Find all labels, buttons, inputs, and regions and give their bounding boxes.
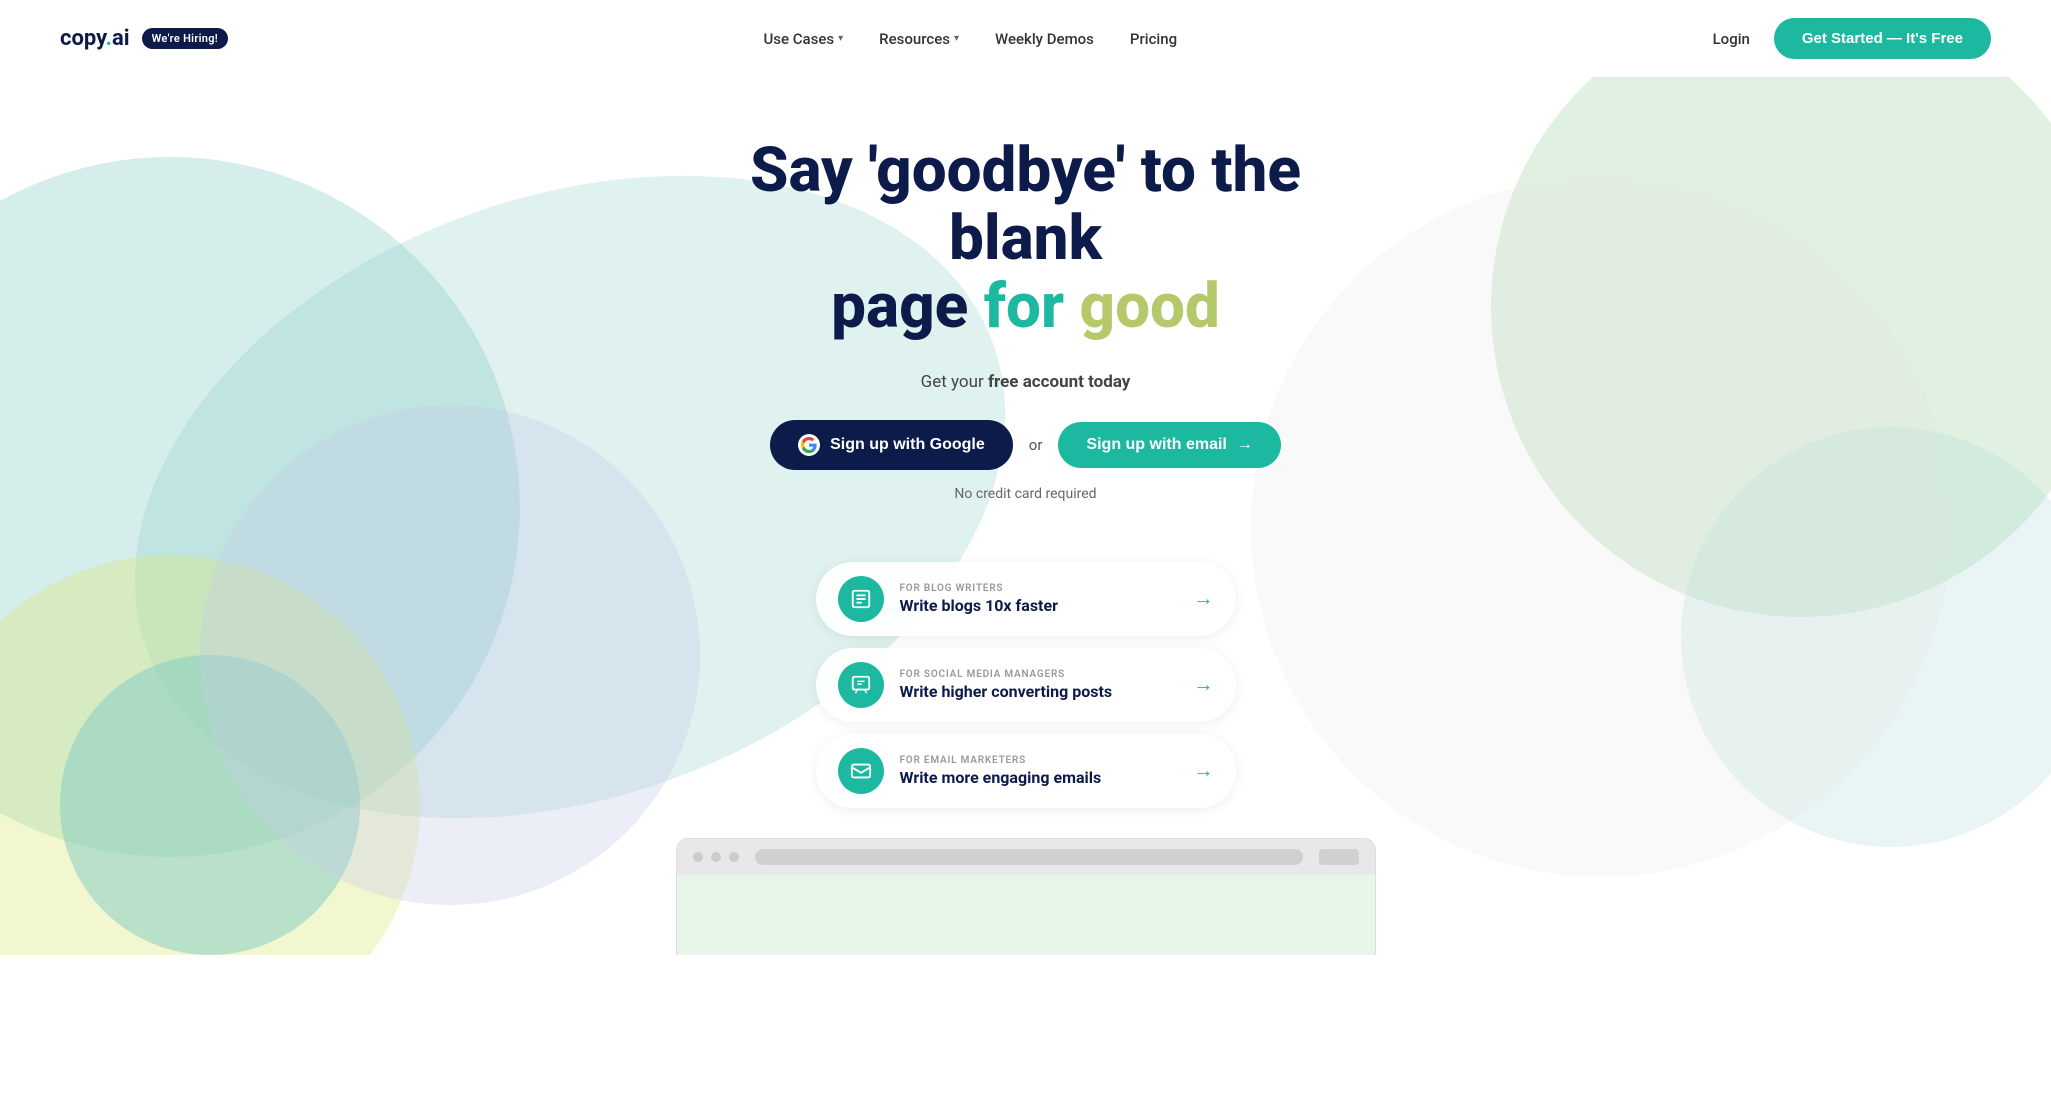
- blog-card-text: FOR BLOG WRITERS Write blogs 10x faster: [900, 583, 1178, 615]
- blog-icon: [838, 576, 884, 622]
- nav-item-use-cases[interactable]: Use Cases ▾: [763, 30, 843, 48]
- email-card-label: FOR EMAIL MARKETERS: [900, 755, 1178, 766]
- arrow-right-icon: →: [1237, 436, 1253, 454]
- feature-cards: FOR BLOG WRITERS Write blogs 10x faster …: [816, 562, 1236, 808]
- get-started-button[interactable]: Get Started — It's Free: [1774, 18, 1991, 59]
- blog-card-label: FOR BLOG WRITERS: [900, 583, 1178, 594]
- google-signup-label: Sign up with Google: [830, 436, 985, 454]
- social-card-text: FOR SOCIAL MEDIA MANAGERS Write higher c…: [900, 669, 1178, 701]
- chevron-down-icon: ▾: [954, 33, 959, 44]
- browser-toolbar: [677, 839, 1375, 875]
- email-signup-button[interactable]: Sign up with email →: [1058, 422, 1280, 468]
- bg-shape-green-topright: [1491, 77, 2051, 617]
- bg-shape-teal-centerleft: [0, 157, 520, 857]
- hero-subtitle: Get your free account today: [676, 372, 1376, 392]
- hero-title: Say 'goodbye' to the blank page for good: [676, 137, 1376, 342]
- login-button[interactable]: Login: [1713, 30, 1750, 48]
- hiring-badge[interactable]: We're Hiring!: [142, 28, 228, 49]
- feature-card-social[interactable]: FOR SOCIAL MEDIA MANAGERS Write higher c…: [816, 648, 1236, 722]
- social-card-title: Write higher converting posts: [900, 682, 1178, 701]
- nav-right: Login Get Started — It's Free: [1713, 18, 1991, 59]
- nav-item-resources[interactable]: Resources ▾: [879, 30, 959, 48]
- nav-item-pricing[interactable]: Pricing: [1130, 30, 1177, 48]
- logo[interactable]: copy.ai: [60, 26, 130, 51]
- hero-title-good: good: [1064, 270, 1220, 343]
- bg-shape-teal-bottomleft: [60, 655, 360, 955]
- bg-shape-yellow-bottomleft: [0, 555, 420, 955]
- bg-shape-teal-right: [1681, 427, 2051, 847]
- browser-action-area: [1319, 849, 1359, 865]
- hero-title-for: for: [984, 270, 1064, 343]
- hero-title-page: page: [831, 270, 984, 343]
- signup-row: Sign up with Google or Sign up with emai…: [676, 420, 1376, 470]
- blog-card-arrow-icon: →: [1194, 586, 1214, 611]
- feature-card-email[interactable]: FOR EMAIL MARKETERS Write more engaging …: [816, 734, 1236, 808]
- email-card-text: FOR EMAIL MARKETERS Write more engaging …: [900, 755, 1178, 787]
- hero-section: Say 'goodbye' to the blank page for good…: [0, 77, 2051, 955]
- email-signup-label: Sign up with email: [1086, 436, 1226, 454]
- nav-center: Use Cases ▾ Resources ▾ Weekly Demos Pri…: [763, 30, 1177, 48]
- social-icon: [838, 662, 884, 708]
- feature-card-blog[interactable]: FOR BLOG WRITERS Write blogs 10x faster …: [816, 562, 1236, 636]
- no-credit-card-text: No credit card required: [676, 486, 1376, 502]
- chevron-down-icon: ▾: [838, 33, 843, 44]
- google-logo-svg: [801, 437, 817, 453]
- nav-item-weekly-demos[interactable]: Weekly Demos: [995, 30, 1094, 48]
- browser-dot-2: [711, 852, 721, 862]
- browser-dot-3: [729, 852, 739, 862]
- browser-url-bar: [755, 849, 1303, 865]
- browser-preview: [676, 838, 1376, 955]
- browser-dot-1: [693, 852, 703, 862]
- or-separator: or: [1029, 436, 1043, 454]
- blog-card-title: Write blogs 10x faster: [900, 596, 1178, 615]
- nav-left: copy.ai We're Hiring!: [60, 26, 228, 51]
- google-icon: [798, 434, 820, 456]
- navbar: copy.ai We're Hiring! Use Cases ▾ Resour…: [0, 0, 2051, 77]
- email-card-arrow-icon: →: [1194, 758, 1214, 783]
- email-icon: [838, 748, 884, 794]
- email-card-title: Write more engaging emails: [900, 768, 1178, 787]
- hero-title-line1: Say 'goodbye' to the blank: [750, 134, 1301, 275]
- hero-content: Say 'goodbye' to the blank page for good…: [676, 137, 1376, 552]
- google-signup-button[interactable]: Sign up with Google: [770, 420, 1013, 470]
- bg-shape-lavender: [200, 405, 700, 905]
- social-card-label: FOR SOCIAL MEDIA MANAGERS: [900, 669, 1178, 680]
- social-card-arrow-icon: →: [1194, 672, 1214, 697]
- logo-text: copy.ai: [60, 26, 130, 51]
- browser-content-area: [677, 875, 1375, 955]
